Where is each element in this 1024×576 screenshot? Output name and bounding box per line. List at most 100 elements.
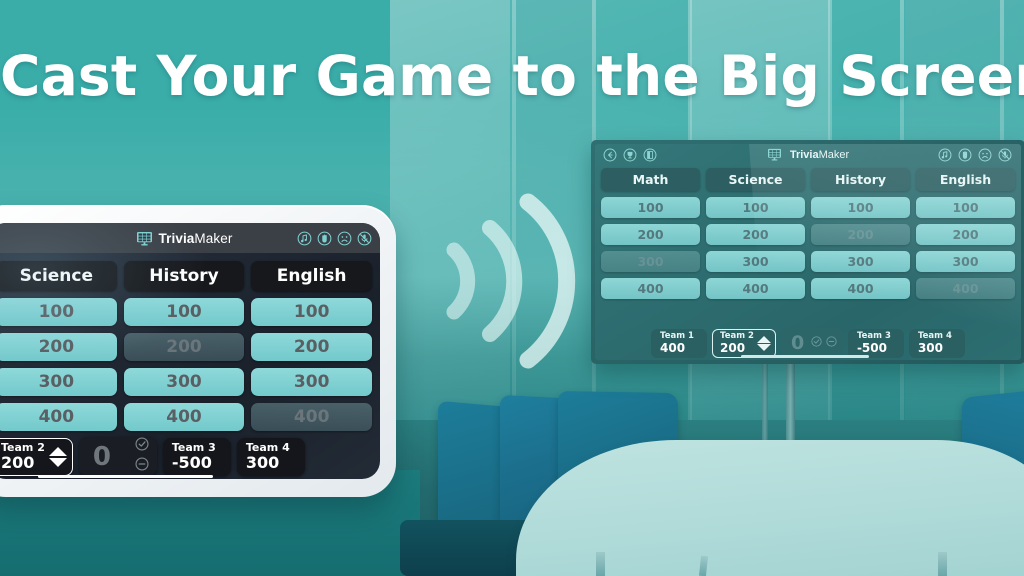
tv-value-row: 100 100 100 100 [601,197,1015,218]
tv-topbar: TriviaMaker [595,144,1021,166]
tv-team-box[interactable]: Team 4 300 [908,329,965,358]
tv-value-tile[interactable]: 300 [706,251,805,272]
hand-buzzer-icon[interactable] [958,148,973,163]
tablet-value-tile[interactable]: 100 [123,298,245,326]
check-circle-icon[interactable] [135,437,149,456]
tablet-value-tile[interactable]: 200 [251,333,372,361]
cast-waves-icon [440,180,580,370]
tablet-value-tile[interactable]: 300 [123,368,245,396]
triangle-up-icon[interactable] [756,335,771,343]
tv-score-entry[interactable]: 0 [780,328,843,358]
check-circle-icon[interactable] [810,334,826,351]
tablet-value-tile[interactable]: 100 [0,298,117,326]
microphone-muted-icon[interactable] [998,148,1013,163]
tv-category[interactable]: English [916,168,1015,191]
tv-team-name: Team 3 [856,331,891,341]
tablet-value-tile[interactable]: 300 [251,368,372,396]
tv-value-tile[interactable]: 200 [706,224,805,245]
tablet-team-box[interactable]: Team 4 300 [236,438,305,476]
tv-value-tile[interactable]: 200 [916,224,1015,245]
tv-team-name: Team 2 [720,331,754,341]
tv-screen-device: TriviaMaker Math Science History English… [591,140,1024,364]
tablet-value-tile[interactable]: 200 [0,333,117,361]
trivia-board-icon [767,148,784,163]
tv-value-tile[interactable]: 100 [706,197,805,218]
tablet-score-entry-value: 0 [92,441,111,472]
tv-value-tile[interactable]: 300 [916,251,1015,272]
contrast-icon[interactable] [643,148,658,163]
tv-value-row: 200 200 200 200 [601,224,1015,245]
tablet-category[interactable]: Science [0,261,117,291]
sad-face-icon[interactable] [978,148,993,163]
minus-circle-icon[interactable] [135,457,149,476]
tablet-value-tile[interactable]: 100 [251,298,372,326]
tv-value-tile[interactable]: 300 [811,251,910,272]
table-leg [596,552,605,576]
tablet-score-entry[interactable]: 0 [78,437,157,476]
tv-value-tile[interactable]: 200 [811,224,910,245]
tablet-score-stepper[interactable] [48,446,67,467]
tablet-value-tile[interactable]: 400 [0,403,117,431]
tablet-value-tile[interactable]: 300 [0,368,117,396]
back-arrow-icon[interactable] [603,148,618,163]
triangle-down-icon[interactable] [48,457,67,467]
tv-value-tile[interactable]: 300 [601,251,700,272]
triangle-down-icon[interactable] [756,343,771,351]
tablet-value-tile[interactable]: 400 [251,403,372,431]
tablet-value-rows: 100 100 100 200 200 200 300 300 300 400 … [0,298,372,431]
promo-stage: Cast Your Game to the Big Screen TriviaM… [0,0,1024,576]
tablet-team-box[interactable]: Team 3 -500 [162,438,231,476]
tablet-category-row: Science History English [0,261,372,291]
tablet-progress-bar[interactable] [38,475,213,478]
sad-face-icon[interactable] [337,231,352,246]
music-note-icon[interactable] [297,231,312,246]
tv-value-tile[interactable]: 400 [811,278,910,299]
tv-category-row: Math Science History English [601,168,1015,191]
tv-category[interactable]: Math [601,168,700,191]
tv-value-tile[interactable]: 100 [811,197,910,218]
tablet-brand: TriviaMaker [136,231,233,246]
tv-score-stepper[interactable] [756,335,771,351]
tv-value-tile[interactable]: 100 [601,197,700,218]
tv-topbar-left-icons [603,148,658,163]
tv-team-box[interactable]: Team 3 -500 [847,329,904,358]
tv-team-score: 300 [917,341,944,355]
tablet-team-score: 200 [1,453,35,472]
microphone-muted-icon[interactable] [357,231,372,246]
tv-value-rows: 100 100 100 100 200 200 200 200 300 300 [601,197,1015,299]
tv-team-box-active[interactable]: Team 2 200 [712,329,776,358]
tv-value-tile[interactable]: 400 [916,278,1015,299]
tablet-topbar: TriviaMaker [0,223,380,253]
tablet-team-score: -500 [171,453,212,472]
triangle-up-icon[interactable] [48,446,67,456]
tv-progress-bar[interactable] [741,355,869,358]
trophy-icon[interactable] [623,148,638,163]
tablet-value-tile[interactable]: 400 [123,403,245,431]
tv-team-name: Team 1 [660,331,694,341]
tablet-topbar-right-icons [297,231,372,246]
tv-value-tile[interactable]: 200 [601,224,700,245]
tablet-value-row: 100 100 100 [0,298,372,326]
tablet-team-scoreboard: Team 2 200 0 Team 3 -500 Team 4 300 [0,437,380,479]
tv-value-tile[interactable]: 400 [601,278,700,299]
tablet-category[interactable]: English [251,261,372,291]
tv-value-tile[interactable]: 100 [916,197,1015,218]
tablet-value-row: 200 200 200 [0,333,372,361]
tablet-value-tile[interactable]: 200 [123,333,245,361]
tv-brand: TriviaMaker [767,148,849,163]
tablet-category[interactable]: History [123,261,245,291]
music-note-icon[interactable] [938,148,953,163]
tv-value-row: 400 400 400 400 [601,278,1015,299]
tablet-score-entry-actions [135,437,149,476]
minus-circle-icon[interactable] [826,334,837,351]
tv-topbar-right-icons [938,148,1013,163]
tablet-team-box-active[interactable]: Team 2 200 [0,438,73,476]
conference-table [516,440,1024,576]
tv-team-box[interactable]: Team 1 400 [651,329,708,358]
tv-team-scoreboard: Team 1 400 Team 2 200 0 Team 3 -500 Team… [595,326,1021,358]
tv-value-tile[interactable]: 400 [706,278,805,299]
table-leg [938,552,947,576]
hand-buzzer-icon[interactable] [317,231,332,246]
tv-category[interactable]: Science [706,168,805,191]
tv-category[interactable]: History [811,168,910,191]
